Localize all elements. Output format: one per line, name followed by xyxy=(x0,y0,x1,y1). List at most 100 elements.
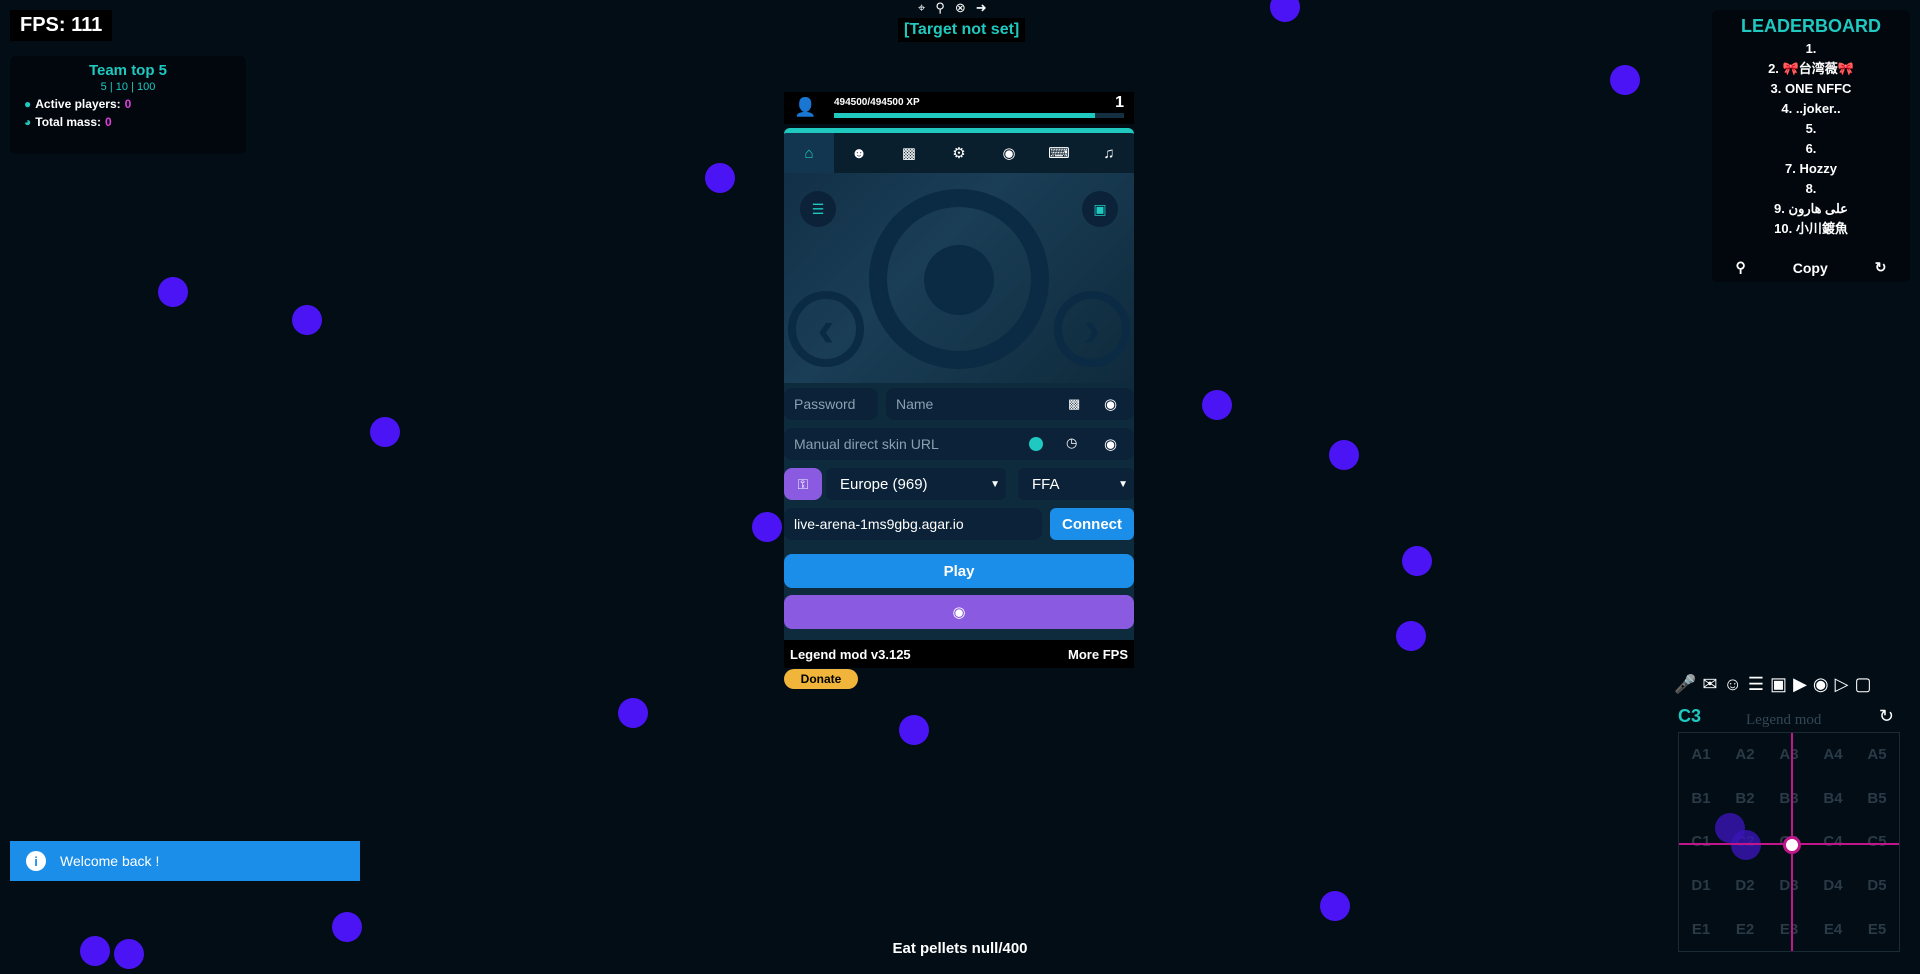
reload-icon[interactable]: ↻ xyxy=(1879,706,1894,727)
close-circle-icon[interactable]: ⊗ xyxy=(955,0,966,16)
mode-select[interactable]: FFA ▼ xyxy=(1018,468,1134,500)
tab-home[interactable]: ⌂ xyxy=(784,133,834,173)
key-button[interactable]: ⚿ xyxy=(784,468,822,500)
leaderboard-list: 1. 2. 🎀台湾薇🎀 3. ONE NFFC 4. ..joker.. 5. … xyxy=(1712,39,1910,239)
spectate-button[interactable]: ◉ xyxy=(784,595,1134,629)
name-input[interactable] xyxy=(896,396,1134,412)
pellet xyxy=(292,305,322,335)
eye-icon[interactable]: ◉ xyxy=(1104,435,1117,453)
team-size-options[interactable]: 5 | 10 | 100 xyxy=(24,81,232,93)
name-field[interactable] xyxy=(886,388,1134,420)
tab-extensions[interactable]: ▩ xyxy=(884,133,934,173)
grid-cell: E3 xyxy=(1779,920,1799,938)
history-icon[interactable]: ◷ xyxy=(1066,435,1077,451)
version-label: Legend mod v3.125 xyxy=(790,646,911,662)
grid-cell: A3 xyxy=(1779,746,1799,764)
pellet-quest: Eat pellets null/400 xyxy=(892,940,1028,957)
music-icon: ♫ xyxy=(1103,144,1115,162)
pellet xyxy=(1402,546,1432,576)
target-status: [Target not set] xyxy=(898,18,1026,42)
pellet xyxy=(370,417,400,447)
copy-button[interactable]: Copy xyxy=(1793,260,1828,276)
xp-progress-track xyxy=(834,113,1124,118)
password-input[interactable] xyxy=(794,396,878,412)
pellet xyxy=(618,698,648,728)
region-select[interactable]: Europe (969) ▼ xyxy=(826,468,1006,500)
microphone-icon[interactable]: 🎤 xyxy=(1674,674,1696,695)
image-icon: ▣ xyxy=(1093,200,1107,217)
tab-music[interactable]: ♫ xyxy=(1084,133,1134,173)
grid-cell: C4 xyxy=(1823,833,1843,851)
prev-skin-button[interactable]: ‹ xyxy=(788,291,864,367)
puzzle-icon: ▩ xyxy=(901,145,917,162)
menu-tabs: ⌂ ☻ ▩ ⚙ ◉ ⌨ ♫ xyxy=(784,133,1134,173)
pellet xyxy=(1329,440,1359,470)
home-icon: ⌂ xyxy=(804,144,814,162)
grid-cell: B5 xyxy=(1867,789,1887,807)
image-button[interactable]: ▣ xyxy=(1082,191,1118,227)
map-pin-icon[interactable]: ⚲ xyxy=(935,0,945,16)
play-button[interactable]: Play xyxy=(784,554,1134,588)
search-icon[interactable]: ⚲ xyxy=(1736,259,1746,276)
refresh-icon[interactable]: ↻ xyxy=(1875,259,1887,276)
panel-footer: Legend mod v3.125 More FPS xyxy=(784,640,1134,668)
sitemap-icon[interactable]: ☰ xyxy=(1748,674,1764,695)
binoculars-icon[interactable]: ◉ xyxy=(1813,674,1829,695)
youtube-icon[interactable]: ▶ xyxy=(1793,674,1807,695)
grid-cell: D3 xyxy=(1779,877,1799,895)
skin-preview-core xyxy=(924,245,994,315)
arrow-right-icon[interactable]: ➜ xyxy=(976,0,987,16)
pellet xyxy=(114,939,144,969)
leaderboard: LEADERBOARD 1. 2. 🎀台湾薇🎀 3. ONE NFFC 4. .… xyxy=(1712,10,1910,282)
minimap-title: Legend mod xyxy=(1746,712,1822,728)
eye-icon[interactable]: ◉ xyxy=(1104,395,1117,413)
skin-url-input[interactable] xyxy=(794,436,1134,452)
next-skin-button[interactable]: › xyxy=(1054,291,1130,367)
play-circle-icon[interactable]: ▷ xyxy=(1835,674,1849,695)
grid-cell: E2 xyxy=(1735,920,1755,938)
leaderboard-entry: 10. 小川鍍魚 xyxy=(1774,221,1848,236)
grid-cell: E4 xyxy=(1823,920,1843,938)
chat-icon[interactable]: ✉ xyxy=(1702,674,1717,695)
pellet xyxy=(1320,891,1350,921)
pellet xyxy=(1270,0,1300,22)
minimap[interactable]: A1 A2 A3 A4 A5 B1 B2 B3 B4 B5 C1 C2 C3 C… xyxy=(1678,732,1900,952)
team-title: Team top 5 xyxy=(88,62,168,79)
skin-url-field[interactable] xyxy=(784,428,1134,460)
xp-progress-fill xyxy=(834,113,1095,118)
menu-list-button[interactable]: ☰ xyxy=(800,191,836,227)
color-dot-icon[interactable] xyxy=(1029,437,1043,451)
pellet xyxy=(752,512,782,542)
mask-icon[interactable]: ☺ xyxy=(1724,674,1742,695)
grid-cell: D5 xyxy=(1867,877,1887,895)
total-mass-label: Total mass: xyxy=(35,115,102,129)
welcome-toast: i Welcome back ! xyxy=(10,841,360,881)
crosshair-icon[interactable]: ⌖ xyxy=(918,0,925,16)
list-icon: ☰ xyxy=(811,200,825,217)
pie-icon: ◕ xyxy=(24,115,32,129)
toast-message: Welcome back ! xyxy=(60,853,160,869)
password-field[interactable] xyxy=(784,388,878,420)
pellet xyxy=(1610,65,1640,95)
tab-hotkeys[interactable]: ⌨ xyxy=(1034,133,1084,173)
monitor-icon[interactable]: ▢ xyxy=(1854,674,1871,695)
pellet xyxy=(1202,390,1232,420)
grid-cell: A4 xyxy=(1823,746,1843,764)
tab-theme[interactable]: ◉ xyxy=(984,133,1034,173)
game-canvas[interactable]: FPS: 111 Team top 5 5 | 10 | 100 ● Activ… xyxy=(0,0,1920,974)
grid-cell: E1 xyxy=(1691,920,1711,938)
more-fps-link[interactable]: More FPS xyxy=(1068,647,1128,662)
active-players-value: 0 xyxy=(124,97,132,111)
leaderboard-entry: 9. علی هارون xyxy=(1774,201,1848,216)
keyboard-icon: ⌨ xyxy=(1048,145,1070,162)
connect-button[interactable]: Connect xyxy=(1050,508,1134,540)
donate-button[interactable]: Donate xyxy=(784,669,858,689)
key-icon: ⚿ xyxy=(797,475,809,492)
tab-profile[interactable]: ☻ xyxy=(834,133,884,173)
tab-settings[interactable]: ⚙ xyxy=(934,133,984,173)
main-menu-panel: ⌂ ☻ ▩ ⚙ ◉ ⌨ ♫ ‹ › ☰ ▣ ▩ ◉ ◷ xyxy=(784,128,1134,640)
server-field[interactable]: live-arena-1ms9gbg.agar.io xyxy=(784,508,1042,540)
total-mass-value: 0 xyxy=(105,115,112,129)
translate-icon[interactable]: ▩ xyxy=(1068,396,1080,412)
image-icon[interactable]: ▣ xyxy=(1770,674,1787,695)
